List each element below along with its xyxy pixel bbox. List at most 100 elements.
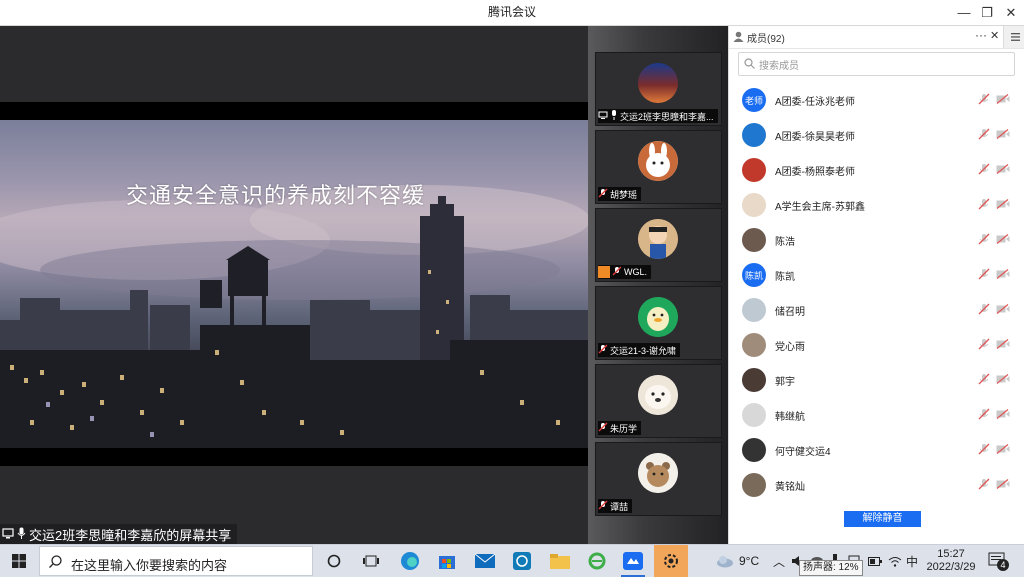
mic-muted-icon[interactable] <box>978 93 990 108</box>
gear-icon <box>664 554 678 568</box>
member-status-icons <box>978 198 1014 212</box>
member-row[interactable]: 何守健交运4 <box>729 433 1024 468</box>
member-row[interactable]: 党心雨 <box>729 328 1024 363</box>
participant-name-tag: 胡梦瑶 <box>598 187 642 201</box>
video-off-icon[interactable] <box>996 198 1010 212</box>
mic-muted-icon[interactable] <box>978 303 990 318</box>
tencent-meeting-taskbar-button[interactable] <box>621 547 645 577</box>
participant-tile[interactable]: 谭喆 <box>595 442 722 516</box>
mic-muted-icon[interactable] <box>978 338 990 353</box>
edge-browser-button[interactable] <box>398 549 422 573</box>
screen-share-stage[interactable]: 交通安全意识的养成刻不容缓 交运2班李思曈和李嘉欣的屏幕共享 <box>0 26 588 544</box>
video-off-icon[interactable] <box>996 233 1010 247</box>
participant-name-tag: 交运21-3-谢允啸 <box>598 343 681 357</box>
video-off-icon[interactable] <box>996 268 1010 282</box>
video-on-icon <box>598 266 610 278</box>
ime-indicator[interactable]: 中 <box>906 545 918 577</box>
video-off-icon[interactable] <box>996 303 1010 317</box>
mic-muted-icon[interactable] <box>978 373 990 388</box>
member-row[interactable]: 黄铭灿 <box>729 468 1024 503</box>
taskbar-search-box[interactable]: 在这里输入你要搜索的内容 <box>39 546 313 576</box>
mail-button[interactable] <box>473 549 497 573</box>
cloud-icon <box>717 556 733 568</box>
browser-app-icon <box>513 552 531 570</box>
member-row[interactable]: 陈凯 陈凯 <box>729 258 1024 293</box>
video-off-icon[interactable] <box>996 408 1010 422</box>
member-row[interactable]: 陈浩 <box>729 223 1024 258</box>
close-panel-button[interactable]: ✕ <box>990 29 999 42</box>
clock[interactable]: 15:27 2022/3/29 <box>924 545 978 577</box>
windows-start-button[interactable] <box>7 549 31 573</box>
letterbox-top <box>0 102 588 120</box>
video-off-icon[interactable] <box>996 163 1010 177</box>
wifi-icon <box>888 556 902 567</box>
video-off-icon[interactable] <box>996 443 1010 457</box>
member-name: A团委-徐昊昊老师 <box>775 132 855 143</box>
tray-overflow-button[interactable]: ︿ <box>773 545 785 577</box>
side-menu-button[interactable] <box>1003 26 1024 48</box>
participant-tile[interactable]: 朱历学 <box>595 364 722 438</box>
mic-muted-icon[interactable] <box>978 408 990 423</box>
participant-tile[interactable]: WGL. <box>595 208 722 282</box>
member-name: 储召明 <box>775 307 805 318</box>
member-row[interactable]: 郭宇 <box>729 363 1024 398</box>
task-view-button[interactable] <box>359 549 383 573</box>
member-avatar <box>742 473 766 497</box>
close-window-button[interactable]: ✕ <box>996 0 1024 25</box>
member-row[interactable]: A团委-徐昊昊老师 <box>729 118 1024 153</box>
clock-time: 15:27 <box>937 548 965 560</box>
cortana-circle-icon <box>327 554 341 568</box>
mic-muted-icon <box>612 266 622 278</box>
mic-muted-icon[interactable] <box>978 233 990 248</box>
member-name: A团委-任泳兆老师 <box>775 97 855 108</box>
member-avatar <box>742 193 766 217</box>
tencent-meeting-icon <box>623 552 643 570</box>
city-night-avatar <box>638 63 678 103</box>
file-explorer-button[interactable] <box>548 549 572 573</box>
video-off-icon[interactable] <box>996 93 1010 107</box>
mic-icon <box>610 110 618 122</box>
member-status-icons <box>978 128 1014 142</box>
member-row[interactable]: 韩继航 <box>729 398 1024 433</box>
wifi-tray-button[interactable] <box>888 545 902 577</box>
search-placeholder: 搜索成员 <box>759 61 799 72</box>
member-name: A学生会主席-苏郭鑫 <box>775 202 865 213</box>
more-options-button[interactable]: ··· <box>975 28 987 42</box>
participant-name-tag: 朱历学 <box>598 421 642 435</box>
search-icon <box>49 555 62 571</box>
participant-tile[interactable]: 交运2班李思曈和李嘉... <box>595 52 722 126</box>
unmute-all-button[interactable]: 解除静音 <box>844 511 921 527</box>
mic-muted-icon[interactable] <box>978 478 990 493</box>
member-status-icons <box>978 303 1014 317</box>
battery-tray-button[interactable] <box>868 545 882 577</box>
participant-tile[interactable]: 胡梦瑶 <box>595 130 722 204</box>
weather-widget[interactable]: 9°C <box>716 545 759 577</box>
letterbox-bottom <box>0 448 588 466</box>
mic-muted-icon[interactable] <box>978 128 990 143</box>
mic-muted-icon[interactable] <box>978 268 990 283</box>
member-row[interactable]: 储召明 <box>729 293 1024 328</box>
mic-muted-icon[interactable] <box>978 198 990 213</box>
member-status-icons <box>978 408 1014 422</box>
cortana-button[interactable] <box>322 549 346 573</box>
participant-tile[interactable]: 交运21-3-谢允啸 <box>595 286 722 360</box>
video-off-icon[interactable] <box>996 478 1010 492</box>
member-row[interactable]: A团委-杨照泰老师 <box>729 153 1024 188</box>
mic-muted-icon[interactable] <box>978 443 990 458</box>
app-blue-button[interactable] <box>510 549 534 573</box>
city-skyline-image <box>0 185 588 448</box>
video-off-icon[interactable] <box>996 128 1010 142</box>
member-search-input[interactable]: 搜索成员 <box>738 52 1015 76</box>
member-row[interactable]: 老师 A团委-任泳兆老师 <box>729 83 1024 118</box>
video-off-icon[interactable] <box>996 373 1010 387</box>
ie-button[interactable] <box>585 549 609 573</box>
mic-muted-icon <box>598 422 608 434</box>
store-button[interactable] <box>435 549 459 573</box>
member-name: 何守健交运4 <box>775 447 831 458</box>
member-row[interactable]: A学生会主席-苏郭鑫 <box>729 188 1024 223</box>
mic-muted-icon[interactable] <box>978 163 990 178</box>
notification-center-button[interactable]: 4 <box>988 545 1009 577</box>
member-status-icons <box>978 373 1014 387</box>
video-off-icon[interactable] <box>996 338 1010 352</box>
settings-taskbar-button[interactable] <box>654 545 688 577</box>
